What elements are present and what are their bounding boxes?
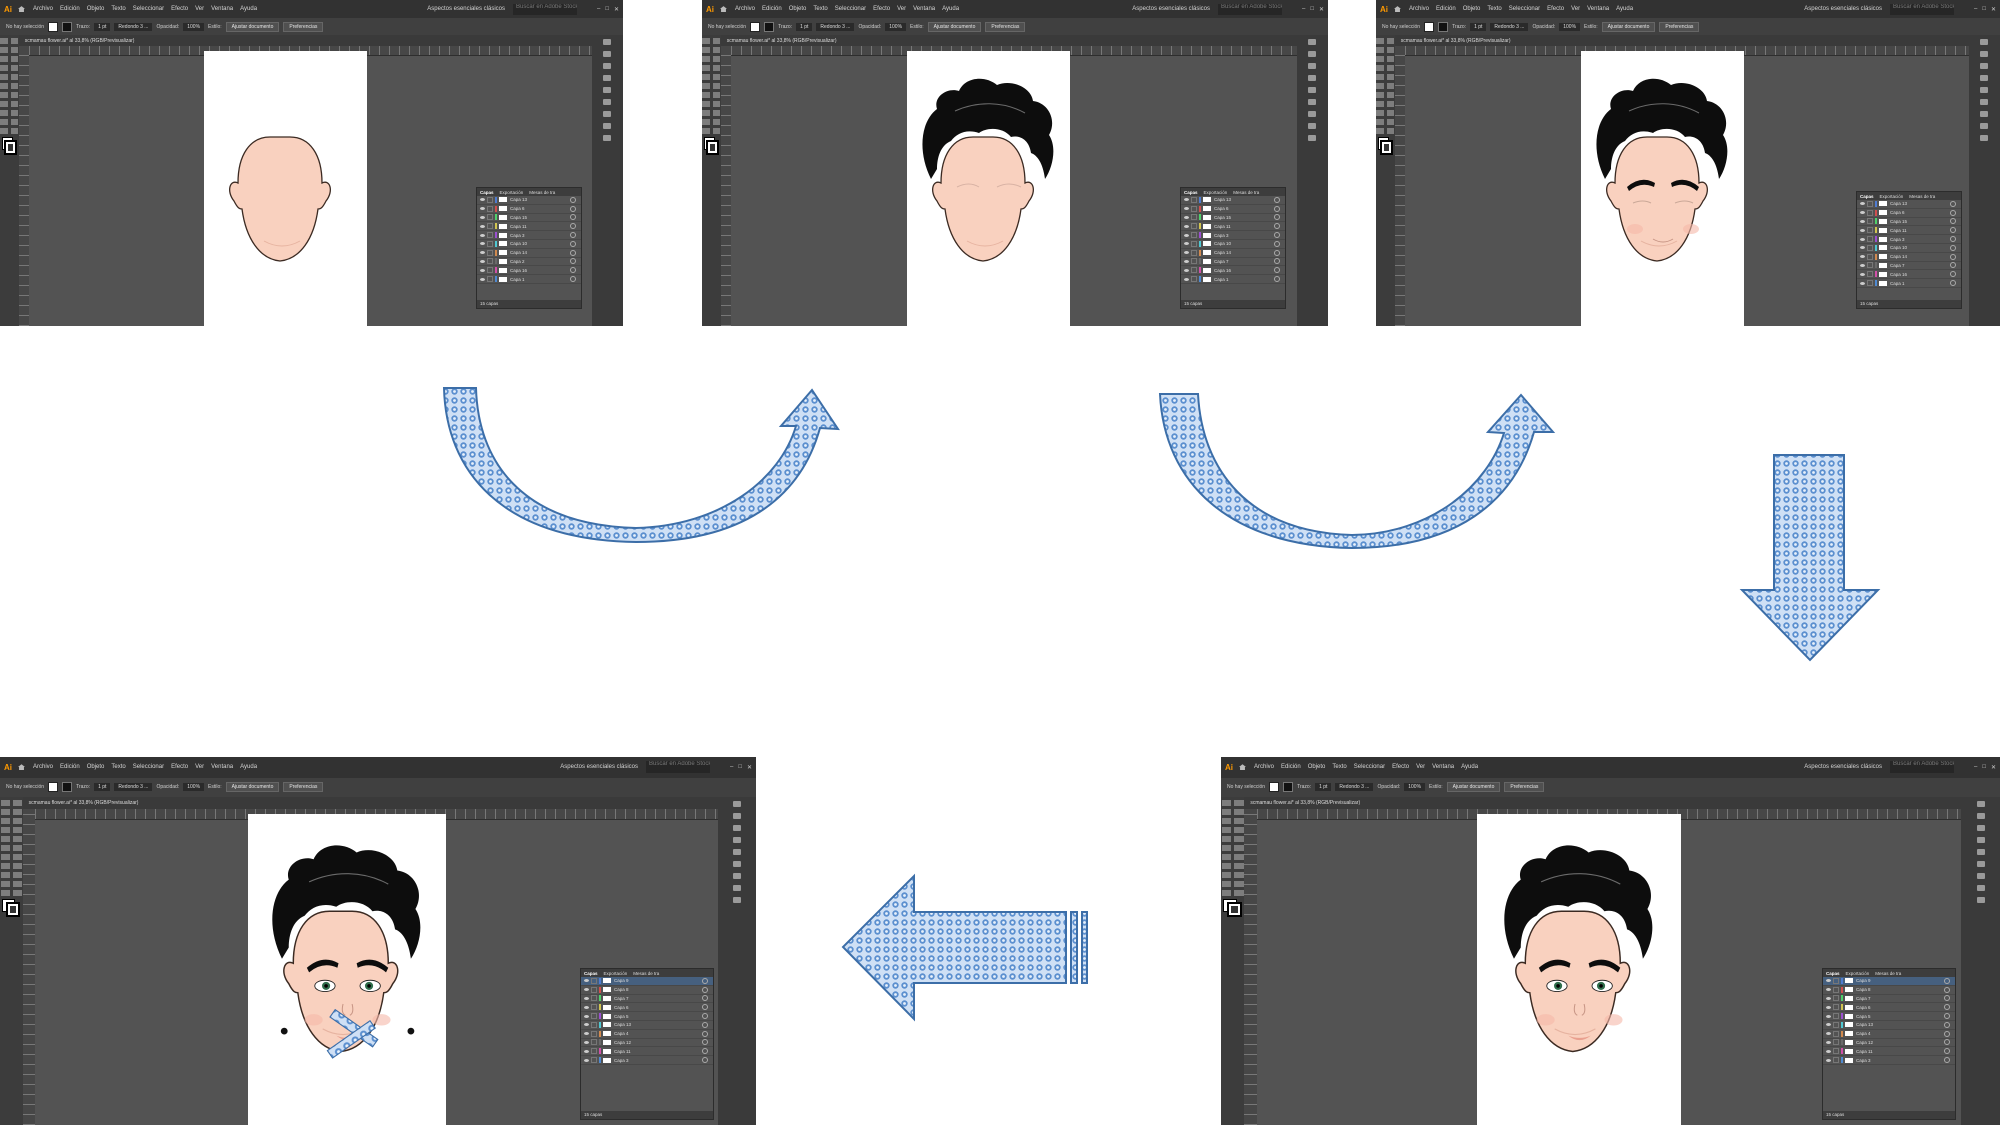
curved-arrow-2	[1158, 393, 1556, 550]
left-arrow-stripe-1	[1070, 911, 1078, 984]
down-arrow	[1739, 454, 1881, 662]
curved-arrow-1	[442, 387, 840, 544]
left-arrow	[841, 873, 1067, 1022]
left-arrow-stripe-2	[1081, 911, 1088, 984]
process-arrows	[442, 387, 1881, 1022]
